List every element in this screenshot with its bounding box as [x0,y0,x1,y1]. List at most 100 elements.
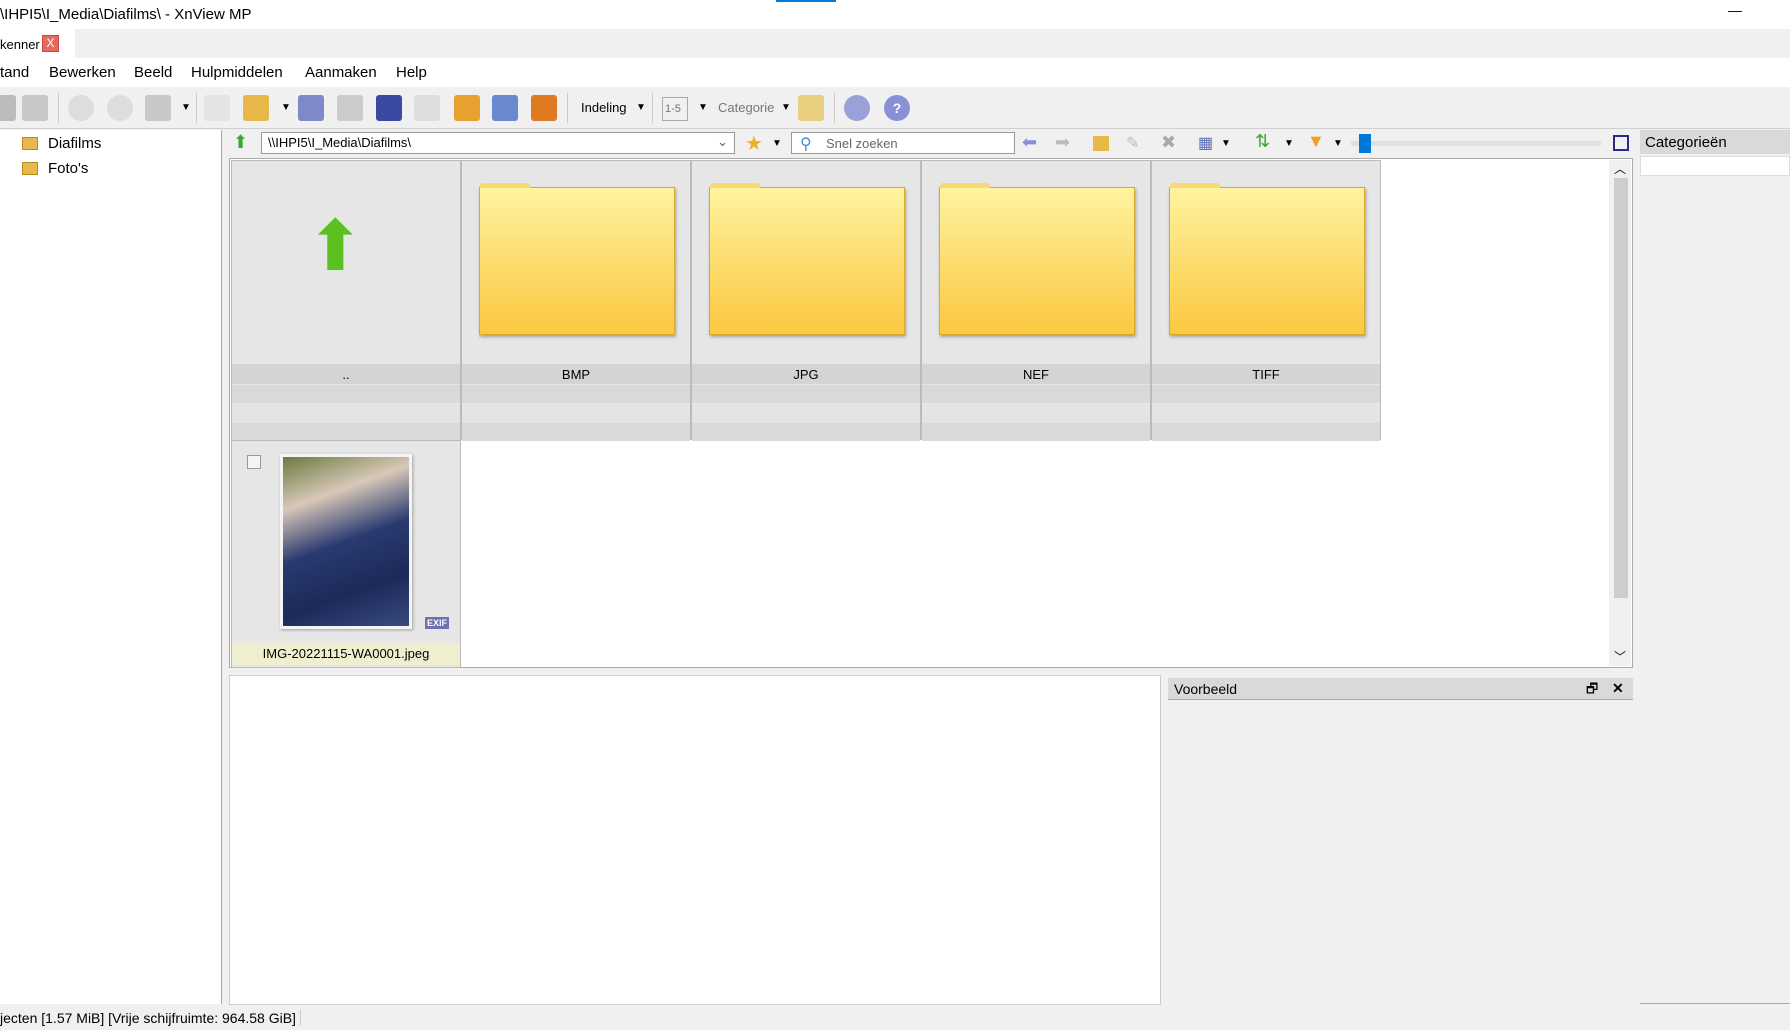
back-arrow-icon[interactable]: ⬅ [1022,132,1037,153]
item-label: BMP [462,364,690,384]
forward-arrow-icon[interactable]: ➡ [1055,132,1070,153]
tab-browser[interactable]: kenner X [0,29,75,58]
tree-item-diafilms[interactable]: Diafilms [22,135,101,152]
folder-item[interactable]: BMP [461,160,691,441]
image-item[interactable]: EXIF IMG-20221115-WA0001.jpeg [231,440,461,668]
fullscreen-icon[interactable] [22,95,48,121]
chevron-down-icon[interactable]: ▼ [1333,138,1343,149]
info-stripe [232,423,460,441]
chevron-down-icon[interactable]: ▼ [281,102,291,113]
info-stripe [692,405,920,423]
open-with-icon[interactable] [243,95,269,121]
separator [58,93,59,123]
folder-tree-icon[interactable] [798,95,824,121]
info-stripe [922,385,1150,403]
menu-create[interactable]: Aanmaken [305,64,377,81]
quick-search-input[interactable]: ⚲ Snel zoeken [791,132,1015,154]
go-up-icon[interactable]: ⬆ [233,132,248,153]
help-icon[interactable]: ? [884,95,910,121]
convert-icon[interactable] [145,95,171,121]
tab-close-icon[interactable]: X [42,35,59,52]
category-button[interactable]: Categorie [718,100,774,115]
chevron-down-icon[interactable]: ▼ [772,138,782,149]
menu-tools[interactable]: Hulpmiddelen [191,64,283,81]
chevron-down-icon[interactable]: ▼ [1284,138,1294,149]
settings-gear-icon[interactable] [844,95,870,121]
select-checkbox[interactable] [247,455,261,469]
parent-folder-item[interactable]: ⬆.. [231,160,461,441]
separator [196,93,197,123]
info-icon[interactable] [204,95,230,121]
chevron-down-icon[interactable]: ▼ [181,102,191,113]
export-icon[interactable] [414,95,440,121]
info-stripe [922,423,1150,441]
categories-panel: Categorieën [1640,130,1790,1004]
sort-icon[interactable]: ⇅ [1255,131,1270,152]
preview-title: Voorbeeld [1174,681,1238,697]
folder-icon [939,183,1135,335]
window-title: \IHPI5\I_Media\Diafilms\ - XnView MP [0,6,252,23]
view-mode-icon[interactable]: ▦ [1198,133,1213,153]
layout-button[interactable]: Indeling [581,100,627,115]
path-input[interactable]: \\IHPI5\I_Media\Diafilms\ ⌄ [261,132,735,154]
info-stripe [1152,405,1380,423]
menu-file[interactable]: tand [0,64,29,81]
tree-item-label: Foto's [48,160,89,177]
scroll-up-icon[interactable]: ︿ [1614,160,1626,177]
info-panel [229,675,1161,1005]
title-accent [776,0,836,2]
print-icon[interactable] [337,95,363,121]
folder-icon [709,183,905,335]
wallpaper-icon[interactable] [454,95,480,121]
panel-toggle-icon[interactable] [1613,135,1629,151]
chevron-down-icon[interactable]: ▼ [636,102,646,113]
folder-item[interactable]: TIFF [1151,160,1381,441]
chevron-down-icon[interactable]: ▼ [698,102,708,113]
rating-filter-button[interactable]: 1-5 [662,97,688,121]
tree-item-fotos[interactable]: Foto's [22,160,88,177]
search-placeholder: Snel zoeken [826,136,898,151]
rotate-right-icon[interactable] [107,95,133,121]
menu-view[interactable]: Beeld [134,64,172,81]
vertical-scrollbar[interactable]: ︿ ﹀ [1609,160,1631,666]
item-label: NEF [922,364,1150,384]
delete-icon[interactable]: ✖ [1161,132,1176,153]
folder-icon [22,162,38,175]
folder-item[interactable]: NEF [921,160,1151,441]
back-tool-icon[interactable] [0,95,16,121]
menu-help[interactable]: Help [396,64,427,81]
filter-icon[interactable]: ▼ [1307,131,1325,152]
file-browser-grid: ⬆.. BMP JPG NEF TIFF EXIF IMG-20221115-WA0001.… [229,158,1633,668]
menu-edit[interactable]: Bewerken [49,64,116,81]
chevron-down-icon[interactable]: ▼ [1221,138,1231,149]
chevron-down-icon[interactable]: ▼ [781,102,791,113]
rename-icon[interactable]: ✎ [1126,133,1139,153]
minimize-button[interactable]: — [1728,2,1742,18]
folder-icon [22,137,38,150]
folder-tree-panel: Diafilms Foto's [0,130,222,1004]
binoculars-icon[interactable] [298,95,324,121]
info-stripe [232,405,460,423]
rotate-left-icon[interactable] [68,95,94,121]
slider-handle[interactable] [1358,134,1371,153]
folder-item[interactable]: JPG [691,160,921,441]
info-stripe [462,405,690,423]
info-stripe [462,423,690,441]
thumbnail-size-slider[interactable] [1351,134,1601,153]
search-icon: ⚲ [800,136,812,153]
image-thumbnail [280,454,412,629]
status-text: jecten [1.57 MiB] [Vrije schijfruimte: 9… [0,1010,301,1026]
chevron-down-icon[interactable]: ⌄ [717,134,728,150]
restore-icon[interactable]: 🗗 [1586,680,1598,702]
item-label: JPG [692,364,920,384]
scroll-down-icon[interactable]: ﹀ [1614,648,1626,665]
categories-filter-input[interactable] [1640,156,1790,176]
scrollbar-thumb[interactable] [1614,178,1628,598]
slideshow-icon[interactable] [531,95,557,121]
scanner-icon[interactable] [376,95,402,121]
close-icon[interactable]: ✕ [1612,680,1624,697]
favorites-star-icon[interactable]: ★ [745,131,763,156]
up-arrow-icon: ⬆ [306,207,365,285]
new-folder-icon[interactable] [1093,136,1109,151]
capture-icon[interactable] [492,95,518,121]
